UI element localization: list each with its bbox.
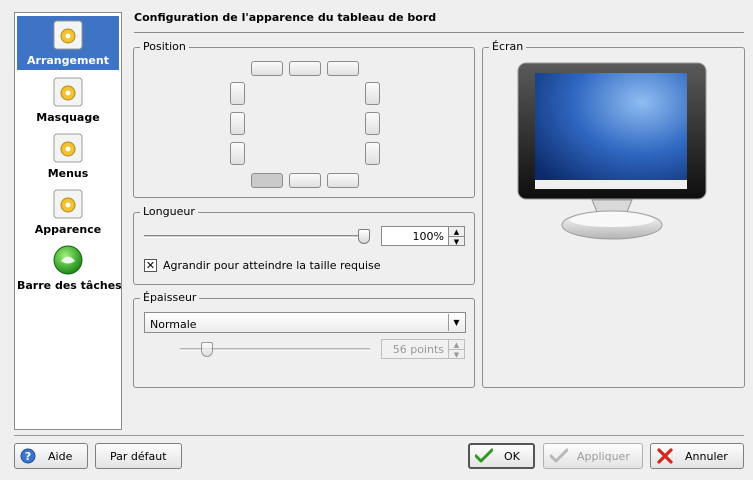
position-right-top-button[interactable] [365, 82, 380, 105]
suse-icon [53, 245, 83, 275]
expand-checkbox-label: Agrandir pour atteindre la taille requis… [163, 259, 381, 272]
help-button[interactable]: ? Aide [14, 443, 88, 469]
thickness-combo[interactable]: Normale ▼ [144, 312, 466, 333]
monitor-preview-icon [517, 62, 707, 240]
position-left-bottom-button[interactable] [230, 142, 245, 165]
checkmark-icon [550, 448, 568, 463]
thickness-group-title: Épaisseur [140, 291, 200, 305]
position-top-center-button[interactable] [289, 61, 321, 76]
position-bottom-right-button[interactable] [327, 173, 359, 188]
thickness-spinbox[interactable]: 56 points ▲ ▼ [381, 339, 465, 359]
sidebar-item-masquage[interactable]: Masquage [17, 73, 119, 127]
length-spinbox[interactable]: 100% ▲ ▼ [381, 226, 465, 246]
position-bottom-left-button[interactable] [251, 173, 283, 188]
length-group-title: Longueur [140, 205, 198, 219]
gear-icon [53, 133, 83, 163]
position-left-top-button[interactable] [230, 82, 245, 105]
length-group: Longueur 100% ▲ ▼ ✕ Agrandir pour attein… [133, 205, 475, 285]
position-left-center-button[interactable] [230, 112, 245, 135]
gear-icon [53, 77, 83, 107]
close-icon [657, 448, 673, 464]
gear-icon [53, 20, 83, 50]
ok-button-label: OK [504, 450, 520, 463]
sidebar-item-label: Apparence [34, 223, 102, 236]
thickness-spin-arrows[interactable]: ▲ ▼ [448, 340, 464, 359]
thickness-group: Épaisseur Normale ▼ 56 points ▲ ▼ [133, 291, 475, 388]
apply-button-label: Appliquer [577, 450, 630, 463]
sidebar-item-apparence[interactable]: Apparence [17, 185, 119, 239]
defaults-button-label: Par défaut [110, 450, 167, 463]
position-group-title: Position [140, 40, 189, 54]
cancel-button[interactable]: Annuler [650, 443, 744, 469]
defaults-button[interactable]: Par défaut [95, 443, 182, 469]
sidebar-item-label: Arrangement [27, 54, 109, 67]
length-slider-track [144, 235, 370, 238]
spin-down-icon[interactable]: ▼ [449, 236, 464, 246]
screen-preview-group: Écran [482, 40, 745, 388]
divider [14, 435, 744, 436]
spin-up-icon[interactable]: ▲ [449, 340, 464, 349]
thickness-slider-handle[interactable] [201, 342, 214, 357]
help-icon: ? [20, 448, 36, 464]
position-right-center-button[interactable] [365, 112, 380, 135]
checkmark-icon [475, 448, 493, 463]
help-button-label: Aide [48, 450, 73, 463]
sidebar-item-label: Barre des tâches [17, 279, 122, 292]
chevron-down-icon[interactable]: ▼ [448, 314, 464, 331]
position-right-bottom-button[interactable] [365, 142, 380, 165]
position-top-left-button[interactable] [251, 61, 283, 76]
length-slider-handle[interactable] [358, 229, 370, 244]
sidebar-item-label: Masquage [36, 111, 100, 124]
apply-button[interactable]: Appliquer [543, 443, 643, 469]
screen-group-title: Écran [489, 40, 527, 54]
position-bottom-center-button[interactable] [289, 173, 321, 188]
spin-up-icon[interactable]: ▲ [449, 227, 464, 236]
page-title: Configuration de l'apparence du tableau … [134, 11, 437, 24]
sidebar-item-barre-des-taches[interactable]: Barre des tâches [17, 241, 122, 295]
expand-checkbox[interactable]: ✕ [144, 259, 157, 272]
ok-button[interactable]: OK [468, 443, 535, 469]
sidebar-item-menus[interactable]: Menus [17, 129, 119, 183]
gear-icon [53, 189, 83, 219]
length-value: 100% [412, 230, 444, 243]
thickness-value: 56 points [392, 343, 444, 356]
divider [134, 32, 744, 33]
svg-text:?: ? [25, 450, 31, 463]
sidebar-item-label: Menus [47, 167, 89, 180]
thickness-combo-value: Normale [150, 318, 197, 331]
position-group: Position [133, 40, 475, 198]
sidebar-item-arrangement[interactable]: Arrangement [17, 16, 119, 70]
category-list: Arrangement Masquage Menus Apparence Bar… [14, 12, 122, 430]
cancel-button-label: Annuler [685, 450, 728, 463]
position-top-right-button[interactable] [327, 61, 359, 76]
spin-down-icon[interactable]: ▼ [449, 349, 464, 359]
length-spin-arrows[interactable]: ▲ ▼ [448, 227, 464, 246]
